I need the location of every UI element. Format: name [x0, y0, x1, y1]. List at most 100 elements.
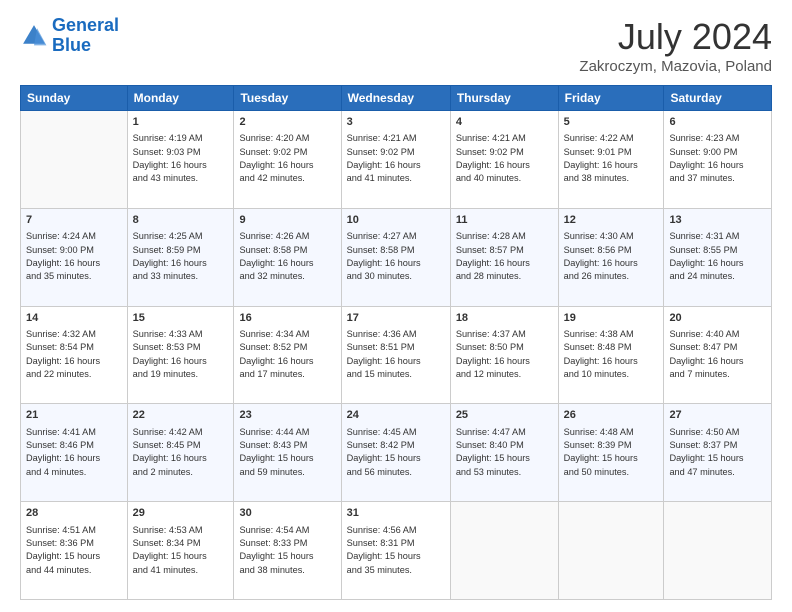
month-year: July 2024	[579, 16, 772, 58]
day-number: 12	[564, 213, 659, 228]
day-info: Sunrise: 4:25 AMSunset: 8:59 PMDaylight:…	[133, 230, 229, 283]
day-info: Sunrise: 4:53 AMSunset: 8:34 PMDaylight:…	[133, 524, 229, 577]
day-number: 22	[133, 408, 229, 423]
calendar-cell	[558, 502, 664, 600]
day-number: 17	[347, 311, 445, 326]
day-number: 16	[239, 311, 335, 326]
day-number: 14	[26, 311, 122, 326]
calendar-header-sunday: Sunday	[21, 86, 128, 111]
calendar-cell: 7 Sunrise: 4:24 AMSunset: 9:00 PMDaylight…	[21, 208, 128, 306]
calendar-cell: 4Sunrise: 4:21 AMSunset: 9:02 PMDaylight…	[450, 111, 558, 209]
calendar-cell: 11 Sunrise: 4:28 AMSunset: 8:57 PMDayligh…	[450, 208, 558, 306]
calendar-cell: 29 Sunrise: 4:53 AMSunset: 8:34 PMDayligh…	[127, 502, 234, 600]
calendar-cell: 17Sunrise: 4:36 AMSunset: 8:51 PMDayligh…	[341, 306, 450, 404]
day-info: Sunrise: 4:38 AMSunset: 8:48 PMDaylight:…	[564, 328, 659, 381]
day-number: 11	[456, 213, 553, 228]
calendar-cell: 10 Sunrise: 4:27 AMSunset: 8:58 PMDayligh…	[341, 208, 450, 306]
calendar-header-saturday: Saturday	[664, 86, 772, 111]
calendar-header-tuesday: Tuesday	[234, 86, 341, 111]
calendar-cell: 14 Sunrise: 4:32 AMSunset: 8:54 PMDayligh…	[21, 306, 128, 404]
calendar-cell: 22 Sunrise: 4:42 AMSunset: 8:45 PMDayligh…	[127, 404, 234, 502]
day-number: 7	[26, 213, 122, 228]
logo-line2: Blue	[52, 35, 91, 55]
calendar-cell: 26 Sunrise: 4:48 AMSunset: 8:39 PMDayligh…	[558, 404, 664, 502]
calendar-cell: 21 Sunrise: 4:41 AMSunset: 8:46 PMDayligh…	[21, 404, 128, 502]
logo-line1: General	[52, 15, 119, 35]
day-number: 15	[133, 311, 229, 326]
day-number: 30	[239, 506, 335, 521]
calendar-cell: 8Sunrise: 4:25 AMSunset: 8:59 PMDaylight…	[127, 208, 234, 306]
day-number: 5	[564, 115, 659, 130]
location: Zakroczym, Mazovia, Poland	[579, 58, 772, 75]
day-info: Sunrise: 4:48 AMSunset: 8:39 PMDaylight:…	[564, 426, 659, 479]
day-number: 24	[347, 408, 445, 423]
day-number: 28	[26, 506, 122, 521]
day-info: Sunrise: 4:50 AMSunset: 8:37 PMDaylight:…	[669, 426, 766, 479]
day-number: 2	[239, 115, 335, 130]
calendar-cell: 5 Sunrise: 4:22 AMSunset: 9:01 PMDaylight…	[558, 111, 664, 209]
calendar-cell: 15 Sunrise: 4:33 AMSunset: 8:53 PMDayligh…	[127, 306, 234, 404]
logo-icon	[20, 22, 48, 50]
calendar-week-row: 1Sunrise: 4:19 AMSunset: 9:03 PMDaylight…	[21, 111, 772, 209]
day-info: Sunrise: 4:32 AMSunset: 8:54 PMDaylight:…	[26, 328, 122, 381]
day-info: Sunrise: 4:31 AMSunset: 8:55 PMDaylight:…	[669, 230, 766, 283]
day-number: 19	[564, 311, 659, 326]
day-number: 3	[347, 115, 445, 130]
calendar-cell: 6Sunrise: 4:23 AMSunset: 9:00 PMDaylight…	[664, 111, 772, 209]
page: General Blue July 2024 Zakroczym, Mazovi…	[0, 0, 792, 612]
day-info: Sunrise: 4:22 AMSunset: 9:01 PMDaylight:…	[564, 132, 659, 185]
day-number: 29	[133, 506, 229, 521]
day-number: 31	[347, 506, 445, 521]
calendar-cell: 19 Sunrise: 4:38 AMSunset: 8:48 PMDayligh…	[558, 306, 664, 404]
day-info: Sunrise: 4:45 AMSunset: 8:42 PMDaylight:…	[347, 426, 445, 479]
calendar-header-wednesday: Wednesday	[341, 86, 450, 111]
calendar-cell: 25Sunrise: 4:47 AMSunset: 8:40 PMDayligh…	[450, 404, 558, 502]
day-info: Sunrise: 4:33 AMSunset: 8:53 PMDaylight:…	[133, 328, 229, 381]
calendar-cell: 27 Sunrise: 4:50 AMSunset: 8:37 PMDayligh…	[664, 404, 772, 502]
day-number: 23	[239, 408, 335, 423]
day-number: 10	[347, 213, 445, 228]
day-number: 1	[133, 115, 229, 130]
day-number: 9	[239, 213, 335, 228]
day-info: Sunrise: 4:28 AMSunset: 8:57 PMDaylight:…	[456, 230, 553, 283]
calendar-cell: 31Sunrise: 4:56 AMSunset: 8:31 PMDayligh…	[341, 502, 450, 600]
day-number: 27	[669, 408, 766, 423]
calendar-cell	[664, 502, 772, 600]
day-number: 26	[564, 408, 659, 423]
day-number: 20	[669, 311, 766, 326]
day-number: 4	[456, 115, 553, 130]
calendar-cell: 18 Sunrise: 4:37 AMSunset: 8:50 PMDayligh…	[450, 306, 558, 404]
day-info: Sunrise: 4:42 AMSunset: 8:45 PMDaylight:…	[133, 426, 229, 479]
day-info: Sunrise: 4:47 AMSunset: 8:40 PMDaylight:…	[456, 426, 553, 479]
day-info: Sunrise: 4:34 AMSunset: 8:52 PMDaylight:…	[239, 328, 335, 381]
calendar-header-friday: Friday	[558, 86, 664, 111]
calendar-header-row: SundayMondayTuesdayWednesdayThursdayFrid…	[21, 86, 772, 111]
calendar-cell: 2 Sunrise: 4:20 AMSunset: 9:02 PMDaylight…	[234, 111, 341, 209]
calendar-table: SundayMondayTuesdayWednesdayThursdayFrid…	[20, 85, 772, 600]
day-info: Sunrise: 4:24 AMSunset: 9:00 PMDaylight:…	[26, 230, 122, 283]
day-info: Sunrise: 4:41 AMSunset: 8:46 PMDaylight:…	[26, 426, 122, 479]
calendar-cell: 9 Sunrise: 4:26 AMSunset: 8:58 PMDaylight…	[234, 208, 341, 306]
day-info: Sunrise: 4:51 AMSunset: 8:36 PMDaylight:…	[26, 524, 122, 577]
logo: General Blue	[20, 16, 119, 56]
calendar-cell: 30Sunrise: 4:54 AMSunset: 8:33 PMDayligh…	[234, 502, 341, 600]
day-info: Sunrise: 4:20 AMSunset: 9:02 PMDaylight:…	[239, 132, 335, 185]
calendar-cell: 1Sunrise: 4:19 AMSunset: 9:03 PMDaylight…	[127, 111, 234, 209]
day-number: 18	[456, 311, 553, 326]
calendar-cell: 12 Sunrise: 4:30 AMSunset: 8:56 PMDayligh…	[558, 208, 664, 306]
day-info: Sunrise: 4:27 AMSunset: 8:58 PMDaylight:…	[347, 230, 445, 283]
day-number: 21	[26, 408, 122, 423]
day-info: Sunrise: 4:23 AMSunset: 9:00 PMDaylight:…	[669, 132, 766, 185]
calendar-week-row: 28 Sunrise: 4:51 AMSunset: 8:36 PMDayligh…	[21, 502, 772, 600]
calendar-week-row: 14 Sunrise: 4:32 AMSunset: 8:54 PMDayligh…	[21, 306, 772, 404]
day-info: Sunrise: 4:26 AMSunset: 8:58 PMDaylight:…	[239, 230, 335, 283]
calendar-cell: 23Sunrise: 4:44 AMSunset: 8:43 PMDayligh…	[234, 404, 341, 502]
day-info: Sunrise: 4:30 AMSunset: 8:56 PMDaylight:…	[564, 230, 659, 283]
header: General Blue July 2024 Zakroczym, Mazovi…	[20, 16, 772, 75]
day-info: Sunrise: 4:37 AMSunset: 8:50 PMDaylight:…	[456, 328, 553, 381]
calendar-cell: 13Sunrise: 4:31 AMSunset: 8:55 PMDayligh…	[664, 208, 772, 306]
calendar-cell: 20Sunrise: 4:40 AMSunset: 8:47 PMDayligh…	[664, 306, 772, 404]
calendar-week-row: 21 Sunrise: 4:41 AMSunset: 8:46 PMDayligh…	[21, 404, 772, 502]
calendar-cell: 28 Sunrise: 4:51 AMSunset: 8:36 PMDayligh…	[21, 502, 128, 600]
calendar-header-thursday: Thursday	[450, 86, 558, 111]
